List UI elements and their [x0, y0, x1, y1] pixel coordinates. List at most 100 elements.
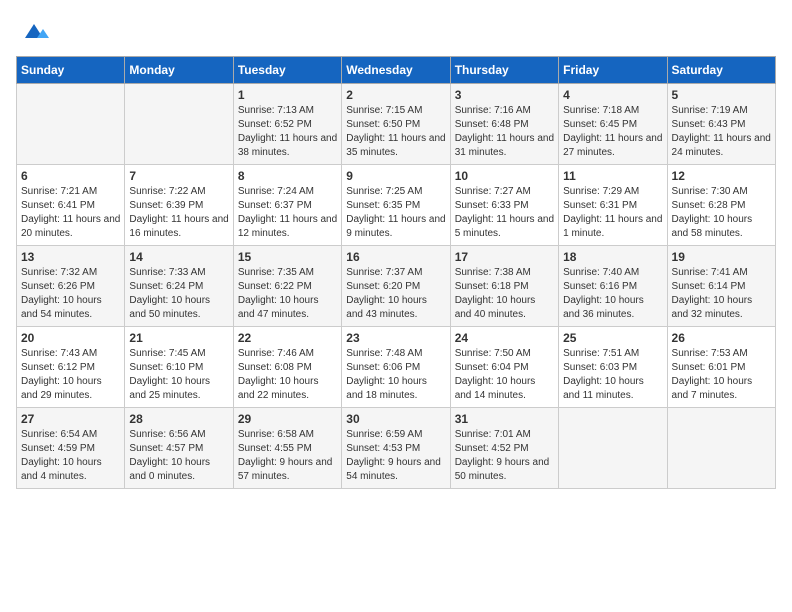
cell-content: Sunrise: 7:32 AM Sunset: 6:26 PM Dayligh… — [21, 266, 120, 322]
cell-content: Sunrise: 7:45 AM Sunset: 6:10 PM Dayligh… — [129, 347, 228, 403]
calendar-cell: 18 Sunrise: 7:40 AM Sunset: 6:16 PM Dayli… — [559, 246, 667, 327]
calendar-cell: 22 Sunrise: 7:46 AM Sunset: 6:08 PM Dayli… — [233, 327, 341, 408]
day-number: 25 — [563, 331, 662, 345]
day-number: 4 — [563, 88, 662, 102]
calendar-cell: 15 Sunrise: 7:35 AM Sunset: 6:22 PM Dayli… — [233, 246, 341, 327]
page-header — [16, 16, 776, 46]
day-number: 19 — [672, 250, 771, 264]
cell-content: Sunrise: 7:16 AM Sunset: 6:48 PM Dayligh… — [455, 104, 554, 160]
cell-content: Sunrise: 7:48 AM Sunset: 6:06 PM Dayligh… — [346, 347, 445, 403]
calendar-table: SundayMondayTuesdayWednesdayThursdayFrid… — [16, 56, 776, 489]
day-number: 6 — [21, 169, 120, 183]
calendar-cell — [559, 408, 667, 489]
calendar-cell: 7 Sunrise: 7:22 AM Sunset: 6:39 PM Daylig… — [125, 165, 233, 246]
weekday-header-monday: Monday — [125, 57, 233, 84]
weekday-header-friday: Friday — [559, 57, 667, 84]
calendar-cell — [667, 408, 775, 489]
cell-content: Sunrise: 7:53 AM Sunset: 6:01 PM Dayligh… — [672, 347, 771, 403]
cell-content: Sunrise: 7:18 AM Sunset: 6:45 PM Dayligh… — [563, 104, 662, 160]
logo — [16, 16, 49, 46]
cell-content: Sunrise: 7:30 AM Sunset: 6:28 PM Dayligh… — [672, 185, 771, 241]
cell-content: Sunrise: 7:50 AM Sunset: 6:04 PM Dayligh… — [455, 347, 554, 403]
cell-content: Sunrise: 7:51 AM Sunset: 6:03 PM Dayligh… — [563, 347, 662, 403]
calendar-cell: 21Sunrise: 7:45 AM Sunset: 6:10 PM Dayli… — [125, 327, 233, 408]
calendar-cell: 8Sunrise: 7:24 AM Sunset: 6:37 PM Daylig… — [233, 165, 341, 246]
day-number: 11 — [563, 169, 662, 183]
day-number: 27 — [21, 412, 120, 426]
day-number: 17 — [455, 250, 554, 264]
calendar-cell: 4 Sunrise: 7:18 AM Sunset: 6:45 PM Daylig… — [559, 84, 667, 165]
calendar-cell: 28 Sunrise: 6:56 AM Sunset: 4:57 PM Dayli… — [125, 408, 233, 489]
calendar-body: 1 Sunrise: 7:13 AM Sunset: 6:52 PM Daylig… — [17, 84, 776, 489]
day-number: 15 — [238, 250, 337, 264]
week-row-2: 6 Sunrise: 7:21 AM Sunset: 6:41 PM Daylig… — [17, 165, 776, 246]
day-number: 26 — [672, 331, 771, 345]
weekday-header-row: SundayMondayTuesdayWednesdayThursdayFrid… — [17, 57, 776, 84]
weekday-header-tuesday: Tuesday — [233, 57, 341, 84]
cell-content: Sunrise: 7:22 AM Sunset: 6:39 PM Dayligh… — [129, 185, 228, 241]
cell-content: Sunrise: 7:33 AM Sunset: 6:24 PM Dayligh… — [129, 266, 228, 322]
calendar-cell: 30 Sunrise: 6:59 AM Sunset: 4:53 PM Dayli… — [342, 408, 450, 489]
day-number: 20 — [21, 331, 120, 345]
day-number: 29 — [238, 412, 337, 426]
calendar-cell: 14 Sunrise: 7:33 AM Sunset: 6:24 PM Dayli… — [125, 246, 233, 327]
cell-content: Sunrise: 7:35 AM Sunset: 6:22 PM Dayligh… — [238, 266, 337, 322]
cell-content: Sunrise: 6:54 AM Sunset: 4:59 PM Dayligh… — [21, 428, 120, 484]
cell-content: Sunrise: 7:21 AM Sunset: 6:41 PM Dayligh… — [21, 185, 120, 241]
calendar-cell: 11 Sunrise: 7:29 AM Sunset: 6:31 PM Dayli… — [559, 165, 667, 246]
day-number: 12 — [672, 169, 771, 183]
cell-content: Sunrise: 7:41 AM Sunset: 6:14 PM Dayligh… — [672, 266, 771, 322]
calendar-cell — [125, 84, 233, 165]
calendar-cell: 6 Sunrise: 7:21 AM Sunset: 6:41 PM Daylig… — [17, 165, 125, 246]
day-number: 2 — [346, 88, 445, 102]
day-number: 18 — [563, 250, 662, 264]
day-number: 1 — [238, 88, 337, 102]
day-number: 16 — [346, 250, 445, 264]
cell-content: Sunrise: 7:29 AM Sunset: 6:31 PM Dayligh… — [563, 185, 662, 241]
day-number: 10 — [455, 169, 554, 183]
calendar-cell: 25 Sunrise: 7:51 AM Sunset: 6:03 PM Dayli… — [559, 327, 667, 408]
day-number: 9 — [346, 169, 445, 183]
cell-content: Sunrise: 7:40 AM Sunset: 6:16 PM Dayligh… — [563, 266, 662, 322]
calendar-cell: 20 Sunrise: 7:43 AM Sunset: 6:12 PM Dayli… — [17, 327, 125, 408]
calendar-cell: 1 Sunrise: 7:13 AM Sunset: 6:52 PM Daylig… — [233, 84, 341, 165]
day-number: 14 — [129, 250, 228, 264]
calendar-cell: 3 Sunrise: 7:16 AM Sunset: 6:48 PM Daylig… — [450, 84, 558, 165]
calendar-cell: 2 Sunrise: 7:15 AM Sunset: 6:50 PM Daylig… — [342, 84, 450, 165]
calendar-cell: 24 Sunrise: 7:50 AM Sunset: 6:04 PM Dayli… — [450, 327, 558, 408]
day-number: 7 — [129, 169, 228, 183]
calendar-cell: 31 Sunrise: 7:01 AM Sunset: 4:52 PM Dayli… — [450, 408, 558, 489]
calendar-cell: 10 Sunrise: 7:27 AM Sunset: 6:33 PM Dayli… — [450, 165, 558, 246]
calendar-cell: 16Sunrise: 7:37 AM Sunset: 6:20 PM Dayli… — [342, 246, 450, 327]
day-number: 30 — [346, 412, 445, 426]
day-number: 31 — [455, 412, 554, 426]
calendar-cell: 19 Sunrise: 7:41 AM Sunset: 6:14 PM Dayli… — [667, 246, 775, 327]
cell-content: Sunrise: 7:19 AM Sunset: 6:43 PM Dayligh… — [672, 104, 771, 160]
cell-content: Sunrise: 6:58 AM Sunset: 4:55 PM Dayligh… — [238, 428, 337, 484]
day-number: 24 — [455, 331, 554, 345]
week-row-1: 1 Sunrise: 7:13 AM Sunset: 6:52 PM Daylig… — [17, 84, 776, 165]
cell-content: Sunrise: 6:59 AM Sunset: 4:53 PM Dayligh… — [346, 428, 445, 484]
cell-content: Sunrise: 7:15 AM Sunset: 6:50 PM Dayligh… — [346, 104, 445, 160]
cell-content: Sunrise: 7:43 AM Sunset: 6:12 PM Dayligh… — [21, 347, 120, 403]
week-row-3: 13Sunrise: 7:32 AM Sunset: 6:26 PM Dayli… — [17, 246, 776, 327]
weekday-header-saturday: Saturday — [667, 57, 775, 84]
day-number: 28 — [129, 412, 228, 426]
day-number: 23 — [346, 331, 445, 345]
cell-content: Sunrise: 7:13 AM Sunset: 6:52 PM Dayligh… — [238, 104, 337, 160]
weekday-header-wednesday: Wednesday — [342, 57, 450, 84]
day-number: 5 — [672, 88, 771, 102]
cell-content: Sunrise: 7:01 AM Sunset: 4:52 PM Dayligh… — [455, 428, 554, 484]
calendar-cell: 27 Sunrise: 6:54 AM Sunset: 4:59 PM Dayli… — [17, 408, 125, 489]
week-row-5: 27 Sunrise: 6:54 AM Sunset: 4:59 PM Dayli… — [17, 408, 776, 489]
calendar-cell: 9Sunrise: 7:25 AM Sunset: 6:35 PM Daylig… — [342, 165, 450, 246]
day-number: 22 — [238, 331, 337, 345]
logo-icon — [19, 16, 49, 46]
calendar-cell: 12 Sunrise: 7:30 AM Sunset: 6:28 PM Dayli… — [667, 165, 775, 246]
cell-content: Sunrise: 6:56 AM Sunset: 4:57 PM Dayligh… — [129, 428, 228, 484]
cell-content: Sunrise: 7:27 AM Sunset: 6:33 PM Dayligh… — [455, 185, 554, 241]
calendar-cell: 13Sunrise: 7:32 AM Sunset: 6:26 PM Dayli… — [17, 246, 125, 327]
day-number: 3 — [455, 88, 554, 102]
calendar-cell: 23 Sunrise: 7:48 AM Sunset: 6:06 PM Dayli… — [342, 327, 450, 408]
cell-content: Sunrise: 7:46 AM Sunset: 6:08 PM Dayligh… — [238, 347, 337, 403]
